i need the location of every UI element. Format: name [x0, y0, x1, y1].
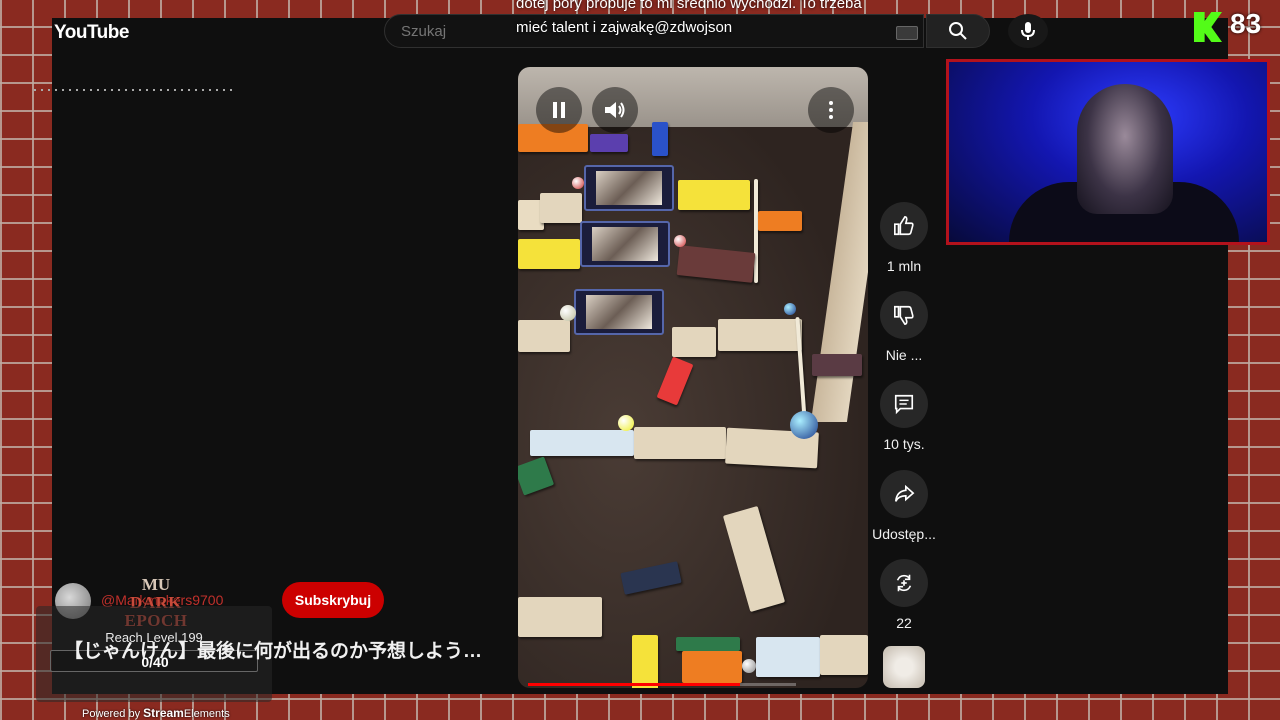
remix-button[interactable] [880, 559, 928, 607]
domino-block [656, 356, 694, 406]
marble [572, 177, 584, 189]
domino-block [758, 211, 802, 231]
share-label: Udostęp... [872, 526, 936, 542]
remix-action[interactable]: 22 [872, 559, 936, 631]
domino-block [756, 637, 820, 677]
dislike-label: Nie ... [885, 347, 923, 363]
goal-dots-divider [34, 89, 234, 91]
comments-count: 10 tys. [883, 436, 925, 452]
search-button[interactable] [926, 14, 990, 48]
share-icon [894, 484, 915, 502]
streamer-head [1077, 84, 1173, 214]
domino-block [518, 597, 602, 637]
volume-button[interactable] [592, 87, 638, 133]
like-action[interactable]: 1 mln [872, 202, 936, 274]
domino-block [632, 635, 658, 688]
video-title[interactable]: 【じゃんけん】最後に何が出るのか予想しよう… [64, 636, 482, 663]
thumbs-up-icon [894, 216, 914, 236]
video-progress-bar[interactable] [528, 683, 796, 686]
like-button[interactable] [880, 202, 928, 250]
comments-button[interactable] [880, 380, 928, 428]
search-icon [949, 22, 967, 40]
like-count: 1 mln [886, 258, 922, 274]
domino-block [518, 456, 555, 496]
domino-block [652, 122, 668, 156]
youtube-logo[interactable]: YouTube [54, 22, 129, 44]
share-button[interactable] [880, 470, 928, 518]
domino-block [682, 651, 742, 683]
dislike-button[interactable] [880, 291, 928, 339]
domino-block [676, 245, 756, 283]
short-video-player[interactable] [518, 67, 868, 688]
dislike-action[interactable]: Nie ... [872, 291, 936, 363]
overlay-chat-comment: dotej pory probuje to mi srednio wychodz… [516, 0, 862, 36]
subscribe-button[interactable]: Subskrybuj [282, 582, 384, 618]
marble [618, 415, 634, 431]
powered-by-brand-rest: Elements [183, 708, 230, 720]
domino-block [676, 637, 740, 651]
domino-block [718, 319, 802, 351]
pause-button[interactable] [536, 87, 582, 133]
photo-card [574, 289, 664, 335]
domino-block [754, 179, 758, 283]
more-vertical-icon [829, 101, 833, 119]
photo-card [580, 221, 670, 267]
microphone-icon [1021, 22, 1035, 40]
domino-block [820, 635, 868, 675]
domino-block [540, 193, 582, 223]
marble [784, 303, 796, 315]
powered-by-prefix: Powered by [82, 708, 141, 720]
domino-block [722, 505, 786, 613]
sound-thumbnail[interactable] [883, 646, 925, 688]
domino-block [518, 239, 580, 269]
video-wooden-edge [810, 122, 868, 422]
comments-action[interactable]: 10 tys. [872, 380, 936, 452]
domino-block [530, 430, 634, 456]
marble [790, 411, 818, 439]
marble [560, 305, 576, 321]
domino-block [634, 427, 726, 459]
viewer-count: 83 [1230, 8, 1262, 39]
domino-block [678, 180, 750, 210]
share-action[interactable]: Udostęp... [872, 470, 936, 542]
volume-icon [605, 102, 625, 118]
photo-card [584, 165, 674, 211]
more-options-button[interactable] [808, 87, 854, 133]
domino-block [590, 134, 628, 152]
domino-block [672, 327, 716, 357]
remix-icon [896, 574, 912, 592]
voice-search-button[interactable] [1008, 14, 1048, 48]
powered-by-brand-bold: Stream [143, 706, 184, 720]
comment-icon [894, 394, 914, 415]
pause-icon [553, 102, 565, 118]
remix-count: 22 [896, 615, 912, 631]
domino-block [812, 354, 862, 376]
domino-block [518, 320, 570, 352]
webcam-overlay [946, 59, 1270, 245]
marble [742, 659, 756, 673]
keyboard-icon[interactable] [896, 26, 918, 40]
marble [674, 235, 686, 247]
powered-by-streamelements: Powered by StreamElements [82, 706, 230, 720]
domino-block [620, 561, 682, 595]
thumbs-down-icon [894, 305, 914, 325]
video-progress-fill [528, 683, 740, 686]
game-logo-mu: MU [141, 575, 171, 594]
